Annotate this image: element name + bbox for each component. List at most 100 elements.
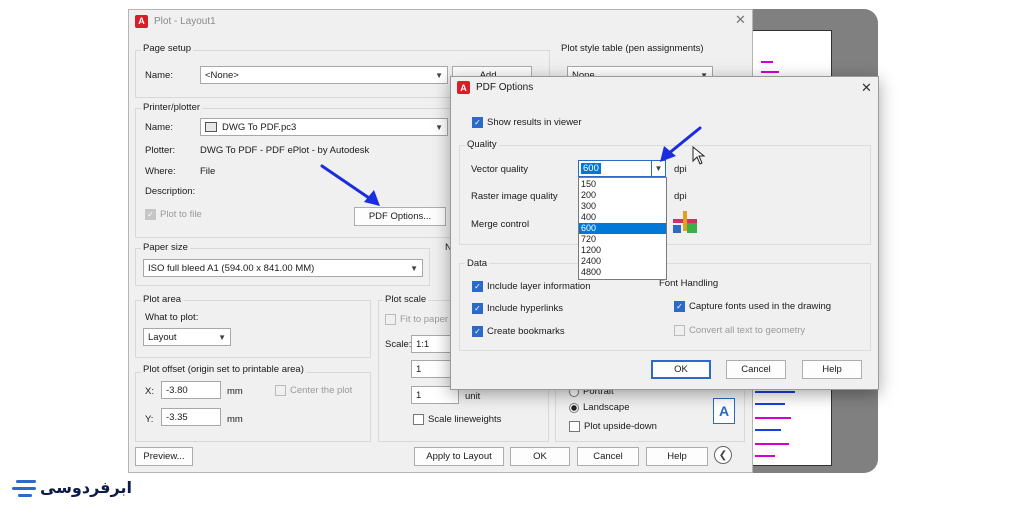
checkbox-box-icon: [385, 314, 396, 325]
pdf-dialog-title: PDF Options: [476, 82, 534, 93]
dropdown-option[interactable]: 1200: [579, 245, 666, 256]
scale-label: Scale:: [385, 339, 412, 350]
radio-selected-icon: [569, 402, 579, 413]
what-to-plot-select[interactable]: Layout ▼: [143, 328, 231, 346]
plot-to-file-checkbox[interactable]: ✓ Plot to file: [145, 209, 202, 220]
convert-text-checkbox[interactable]: Convert all text to geometry: [674, 325, 805, 336]
annotation-arrow-icon: [320, 164, 380, 206]
close-icon[interactable]: ✕: [735, 12, 746, 28]
pdf-close-icon[interactable]: ✕: [861, 80, 872, 96]
capture-fonts-checkbox[interactable]: ✓ Capture fonts used in the drawing: [674, 301, 831, 312]
what-to-plot-value: Layout: [148, 331, 177, 343]
plot-offset-label: Plot offset (origin set to printable are…: [141, 364, 306, 375]
y-offset-input[interactable]: -3.35: [161, 408, 221, 426]
capture-fonts-label: Capture fonts used in the drawing: [689, 301, 832, 312]
pdf-ok-button[interactable]: OK: [651, 360, 711, 379]
create-bookmarks-checkbox[interactable]: ✓ Create bookmarks: [472, 326, 565, 337]
plot-titlebar: A Plot - Layout1: [129, 10, 752, 32]
page-setup-label: Page setup: [141, 43, 194, 54]
vector-quality-label: Vector quality: [471, 164, 529, 175]
raster-dpi-label: dpi: [674, 191, 687, 202]
chevron-down-icon: ▼: [218, 332, 226, 342]
help-button[interactable]: Help: [646, 447, 708, 466]
plot-scale-label: Plot scale: [383, 294, 429, 305]
raster-quality-label: Raster image quality: [471, 191, 558, 202]
what-to-plot-label: What to plot:: [145, 312, 199, 323]
landscape-radio[interactable]: Landscape: [569, 402, 629, 413]
pdf-titlebar: A PDF Options: [457, 81, 533, 94]
chevron-down-icon: ▼: [435, 122, 443, 132]
pdf-options-button[interactable]: PDF Options...: [354, 207, 446, 226]
preview-label: Preview...: [143, 451, 185, 462]
printer-value: DWG To PDF.pc3: [222, 121, 297, 133]
y-offset-value: -3.35: [166, 411, 188, 423]
upside-down-checkbox[interactable]: Plot upside-down: [569, 421, 657, 432]
scale-select[interactable]: 1:1: [411, 335, 451, 353]
cancel-label: Cancel: [593, 451, 623, 462]
dropdown-option[interactable]: 150: [579, 179, 666, 190]
plotter-label: Plotter:: [145, 145, 176, 156]
apply-to-layout-button[interactable]: Apply to Layout: [414, 447, 504, 466]
dropdown-option[interactable]: 720: [579, 234, 666, 245]
data-label: Data: [465, 258, 490, 269]
scale-lineweights-label: Scale lineweights: [428, 414, 502, 425]
pdf-help-button[interactable]: Help: [802, 360, 862, 379]
page-setup-select[interactable]: <None> ▼: [200, 66, 448, 84]
printer-select[interactable]: DWG To PDF.pc3 ▼: [200, 118, 448, 136]
x-offset-input[interactable]: -3.80: [161, 381, 221, 399]
collapse-arrow-icon[interactable]: ❮: [714, 446, 732, 464]
pdf-options-label: PDF Options...: [368, 211, 432, 222]
plot-to-file-label: Plot to file: [160, 209, 202, 220]
vector-quality-value: 600: [581, 163, 601, 174]
x-label: X:: [145, 386, 154, 397]
x-unit-label: mm: [227, 386, 243, 397]
vector-quality-dropdown[interactable]: 150 200 300 400 600 720 1200 2400 4800: [578, 177, 667, 280]
paper-size-label: Paper size: [141, 242, 190, 253]
vector-dpi-label: dpi: [674, 164, 687, 175]
dropdown-option[interactable]: 4800: [579, 267, 666, 278]
include-layer-label: Include layer information: [487, 281, 591, 292]
checkbox-box-icon: [569, 421, 580, 432]
fit-to-paper-checkbox[interactable]: Fit to paper: [385, 314, 448, 325]
brand-logo: ابرفردوسی: [40, 478, 132, 497]
checkbox-box-icon: [275, 385, 286, 396]
scale-value: 1:1: [416, 338, 430, 350]
printer-icon: [205, 122, 217, 132]
create-bookmarks-label: Create bookmarks: [487, 326, 565, 337]
where-label: Where:: [145, 166, 176, 177]
font-handling-label: Font Handling: [659, 278, 719, 289]
dropdown-option[interactable]: 2400: [579, 256, 666, 267]
paper-size-select[interactable]: ISO full bleed A1 (594.00 x 841.00 MM) ▼: [143, 259, 423, 277]
checkbox-box-icon: [413, 414, 424, 425]
include-layer-checkbox[interactable]: ✓ Include layer information: [472, 281, 591, 292]
help-label: Help: [667, 451, 687, 462]
plot-dialog-title: Plot - Layout1: [154, 15, 216, 27]
preview-button[interactable]: Preview...: [135, 447, 193, 466]
merge-control-icon: [671, 211, 699, 237]
check-icon: ✓: [472, 326, 483, 337]
printer-label: Printer/plotter: [141, 102, 203, 113]
dropdown-option-selected[interactable]: 600: [579, 223, 666, 234]
dropdown-option[interactable]: 400: [579, 212, 666, 223]
scale-lineweights-checkbox[interactable]: Scale lineweights: [413, 414, 501, 425]
ok-button[interactable]: OK: [510, 447, 570, 466]
vector-quality-select[interactable]: 600 ▼: [578, 160, 666, 177]
checkbox-box-icon: [674, 325, 685, 336]
paper-size-value: ISO full bleed A1 (594.00 x 841.00 MM): [148, 262, 315, 274]
chevron-down-icon: ▼: [435, 70, 443, 80]
plot-area-label: Plot area: [141, 294, 184, 305]
show-results-checkbox[interactable]: ✓ Show results in viewer: [472, 117, 582, 128]
mouse-cursor-icon: [692, 146, 706, 165]
brand-logo-icon: [12, 478, 36, 500]
scale-value-1: 1: [416, 363, 422, 375]
where-value: File: [200, 166, 216, 177]
dropdown-option[interactable]: 200: [579, 190, 666, 201]
pdf-cancel-button[interactable]: Cancel: [726, 360, 786, 379]
cancel-button[interactable]: Cancel: [577, 447, 639, 466]
dropdown-option[interactable]: 300: [579, 201, 666, 212]
pdf-help-label: Help: [822, 364, 842, 375]
center-plot-checkbox[interactable]: Center the plot: [275, 385, 352, 396]
include-hyperlinks-checkbox[interactable]: ✓ Include hyperlinks: [472, 303, 563, 314]
center-plot-label: Center the plot: [290, 385, 353, 396]
y-unit-label: mm: [227, 414, 243, 425]
